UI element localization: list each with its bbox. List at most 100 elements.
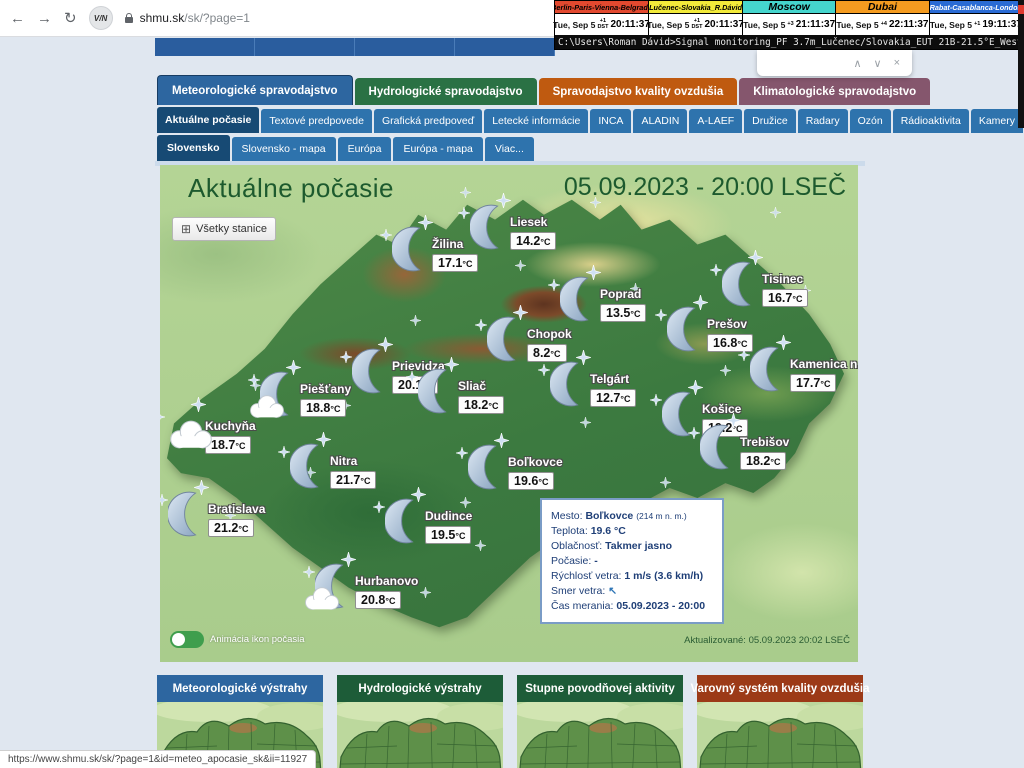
station-name: Boľkovce [508,455,563,469]
sub-tab[interactable]: Grafická predpoveď [374,109,482,133]
forward-icon[interactable]: → [37,11,52,26]
station-name: Liesek [510,215,556,229]
weather-station[interactable]: Boľkovce 19.6°C [468,443,563,491]
station-name: Hurbanovo [355,574,418,588]
animation-toggle-label: Animácia ikon počasia [210,634,305,645]
warning-card-title[interactable]: Meteorologické výstrahy [157,675,323,702]
sub-tab[interactable]: Ozón [850,109,891,133]
console-command-line[interactable]: C:\Users\Roman Dávid>Signal monitoring_P… [555,35,1023,49]
weather-station[interactable]: Telgárt 12.7°C [550,360,636,408]
star-icon [460,187,471,198]
star-icon [538,364,550,376]
weather-icon [722,260,760,308]
station-temperature: 17.7°C [790,374,836,392]
weather-icon [667,305,705,353]
weather-station[interactable]: Tisinec 16.7°C [722,260,808,308]
station-temperature: 20.8°C [355,591,401,609]
sub-tab[interactable]: Družice [744,109,796,133]
extension-avatar[interactable]: V/N [89,6,113,30]
region-tab[interactable]: Viac... [485,137,534,161]
lock-icon [125,17,133,23]
weather-station[interactable]: Prešov 16.8°C [667,305,753,353]
weather-station[interactable]: Nitra 21.7°C [290,442,376,490]
station-temperature: 19.6°C [508,472,554,490]
station-labels: Piešťany 18.8°C [300,382,351,417]
region-tab[interactable]: Európa [338,137,392,161]
weather-station[interactable]: Dudince 19.5°C [385,497,472,545]
reload-icon[interactable]: ↻ [64,11,77,26]
find-next-icon[interactable]: ∨ [874,57,882,70]
weather-icon [260,370,298,418]
star-icon [770,207,781,218]
animation-toggle[interactable] [170,631,204,648]
sub-tab[interactable]: Aktuálne počasie [157,107,259,133]
star-icon [475,540,486,551]
warning-card-title[interactable]: Hydrologické výstrahy [337,675,503,702]
warning-card[interactable]: Hydrologické výstrahy [337,675,503,768]
clock-time: 20:11:37 [610,19,649,30]
station-temperature: 13.5°C [600,304,646,322]
district-map-thumbnail[interactable] [337,702,503,768]
find-previous-icon[interactable]: ∧ [853,57,861,70]
weather-station[interactable]: Chopok 8.2°C [487,315,572,363]
sub-tab[interactable]: ALADIN [633,109,687,133]
station-labels: Liesek 14.2°C [510,215,556,250]
weather-icon [290,442,328,490]
star-icon [548,279,560,291]
station-temperature: 21.7°C [330,471,376,489]
weather-icon [392,225,430,273]
weather-icon [550,360,588,408]
sub-tab[interactable]: Rádioaktivita [893,109,969,133]
sub-tab[interactable]: Kamery [971,109,1023,133]
weather-station[interactable]: Kamenica n.C. 17.7°C [750,345,858,393]
station-labels: Nitra 21.7°C [330,454,376,489]
moon-icon [392,225,430,273]
weather-station[interactable]: Poprad 13.5°C [560,275,646,323]
moon-icon [550,360,588,408]
sub-tab[interactable]: Textové predpovede [261,109,372,133]
region-tab[interactable]: Slovensko [157,135,230,161]
sub-tab[interactable]: Letecké informácie [484,109,588,133]
weather-station[interactable]: Trebišov 18.2°C [700,423,789,471]
weather-icon [750,345,788,393]
main-tab[interactable]: Meteorologické spravodajstvo [157,75,353,105]
find-close-icon[interactable]: × [894,57,900,69]
main-tab[interactable]: Klimatologické spravodajstvo [739,78,930,105]
station-info-box: Mesto: Boľkovce (214 m n. m.) Teplota: 1… [540,498,724,624]
weather-station[interactable]: Hurbanovo 20.8°C [315,562,418,610]
all-stations-button[interactable]: ⊞ Všetky stanice [172,217,276,241]
moon-icon [700,423,738,471]
main-tab[interactable]: Hydrologické spravodajstvo [355,78,537,105]
sub-tab[interactable]: A-LAEF [689,109,742,133]
weather-station[interactable]: Piešťany 18.8°C [260,370,351,418]
warning-card[interactable]: Stupne povodňovej aktivity [517,675,683,768]
weather-station[interactable]: Bratislava 21.2°C [168,490,265,538]
weather-station[interactable]: Kuchyňa 18.7°C [165,407,256,455]
warning-card-title[interactable]: Stupne povodňovej aktivity [517,675,683,702]
clock-city-label: Berlin-Paris-Vienna-Belgrade [555,1,648,14]
url-bar[interactable]: shmu.sk/sk/?page=1 [125,11,250,25]
moon-icon [168,490,206,538]
station-name: Bratislava [208,502,265,516]
district-map-thumbnail[interactable] [517,702,683,768]
main-tab[interactable]: Spravodajstvo kvality ovzdušia [539,78,738,105]
window-edge [1018,0,1024,128]
star-icon [160,494,168,506]
weather-station[interactable]: Žilina 17.1°C [392,225,478,273]
moon-icon [290,442,328,490]
warning-card-title[interactable]: Varovný systém kvality ovzdušia [697,675,863,702]
region-tab[interactable]: Európa - mapa [393,137,482,161]
region-tab[interactable]: Slovensko - mapa [232,137,336,161]
station-labels: Bratislava 21.2°C [208,502,265,537]
weather-station[interactable]: Liesek 14.2°C [470,203,556,251]
warning-card[interactable]: Varovný systém kvality ovzdušia [697,675,863,768]
clock-offset: +1 DST [691,19,702,30]
sub-tab[interactable]: INCA [590,109,631,133]
star-icon [720,365,731,376]
station-labels: Kamenica n.C. 17.7°C [790,357,858,392]
back-icon[interactable]: ← [10,11,25,26]
weather-station[interactable]: Sliač 18.2°C [418,367,504,415]
sub-tab[interactable]: Radary [798,109,848,133]
district-map-thumbnail[interactable] [697,702,863,768]
info-row: Počasie: - [551,555,713,567]
